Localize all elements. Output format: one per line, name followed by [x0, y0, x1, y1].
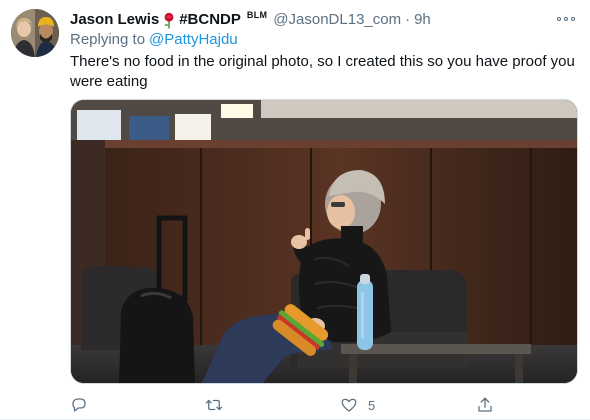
rose-emoji-icon: [162, 12, 176, 29]
photo-image: [71, 100, 577, 383]
timestamp[interactable]: 9h: [414, 11, 431, 28]
avatar-image: [11, 9, 59, 57]
reply-mention-link[interactable]: @PattyHajdu: [149, 31, 238, 48]
user-handle[interactable]: @JasonDL13_com: [273, 11, 401, 28]
reply-button[interactable]: [70, 394, 98, 416]
replying-to-label: Replying to: [70, 31, 146, 48]
more-options-icon[interactable]: [556, 11, 576, 27]
reply-icon: [72, 398, 86, 412]
avatar[interactable]: [11, 9, 59, 57]
share-icon: [478, 397, 492, 412]
tweet-photo[interactable]: [70, 99, 578, 384]
tweet-header: Jason Lewis #BCNDP BLM @JasonDL13_com · …: [70, 9, 578, 29]
share-button[interactable]: [476, 394, 504, 416]
display-name[interactable]: Jason Lewis: [70, 11, 159, 28]
retweet-icon: [205, 399, 223, 411]
retweet-button[interactable]: [205, 394, 233, 416]
blm-badge: BLM: [246, 10, 268, 20]
party-tag[interactable]: #BCNDP: [179, 11, 241, 28]
tweet-card[interactable]: Jason Lewis #BCNDP BLM @JasonDL13_com · …: [0, 0, 590, 420]
like-count: 5: [368, 397, 376, 413]
tweet-text: There's no food in the original photo, s…: [70, 53, 575, 90]
separator-dot: ·: [405, 10, 411, 28]
like-button[interactable]: 5: [340, 394, 375, 416]
heart-icon: [341, 398, 357, 412]
action-bar: 5: [70, 394, 510, 416]
replying-to: Replying to @PattyHajdu: [70, 31, 238, 48]
